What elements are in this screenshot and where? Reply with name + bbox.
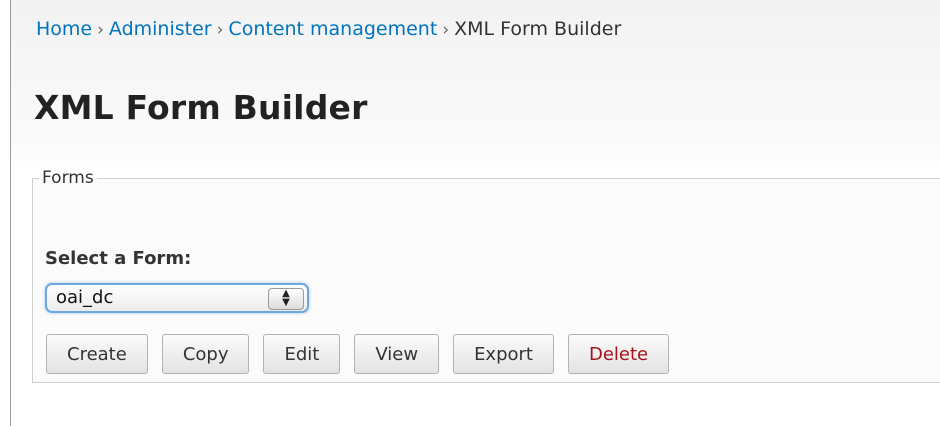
breadcrumb-current: XML Form Builder xyxy=(454,18,622,40)
export-button[interactable]: Export xyxy=(453,334,554,374)
forms-legend: Forms xyxy=(42,168,94,188)
breadcrumb-separator: › xyxy=(216,20,224,40)
select-stepper-icon: ▲ ▼ xyxy=(268,288,304,310)
breadcrumb-separator: › xyxy=(442,20,450,40)
forms-fieldset: Forms Select a Form: oai_dc ▲ ▼ Create Co… xyxy=(32,168,940,383)
breadcrumb-link-content-management[interactable]: Content management xyxy=(228,18,437,40)
view-button[interactable]: View xyxy=(354,334,440,374)
form-actions: Create Copy Edit View Export Delete xyxy=(46,334,670,374)
edit-button[interactable]: Edit xyxy=(263,334,341,374)
page-frame: Home › Administer › Content management › XML F… xyxy=(10,0,940,426)
breadcrumb-link-home[interactable]: Home xyxy=(36,18,92,40)
form-select[interactable]: oai_dc ▲ ▼ xyxy=(45,283,309,313)
page-title: XML Form Builder xyxy=(34,88,368,127)
breadcrumb-separator: › xyxy=(97,20,104,40)
select-form-label: Select a Form: xyxy=(45,248,192,269)
breadcrumb-link-administer[interactable]: Administer xyxy=(109,18,212,40)
copy-button[interactable]: Copy xyxy=(161,334,250,374)
delete-button[interactable]: Delete xyxy=(567,334,670,374)
create-button[interactable]: Create xyxy=(46,334,148,374)
breadcrumb: Home › Administer › Content management › XML F… xyxy=(36,18,621,40)
form-select-value: oai_dc xyxy=(56,287,114,308)
